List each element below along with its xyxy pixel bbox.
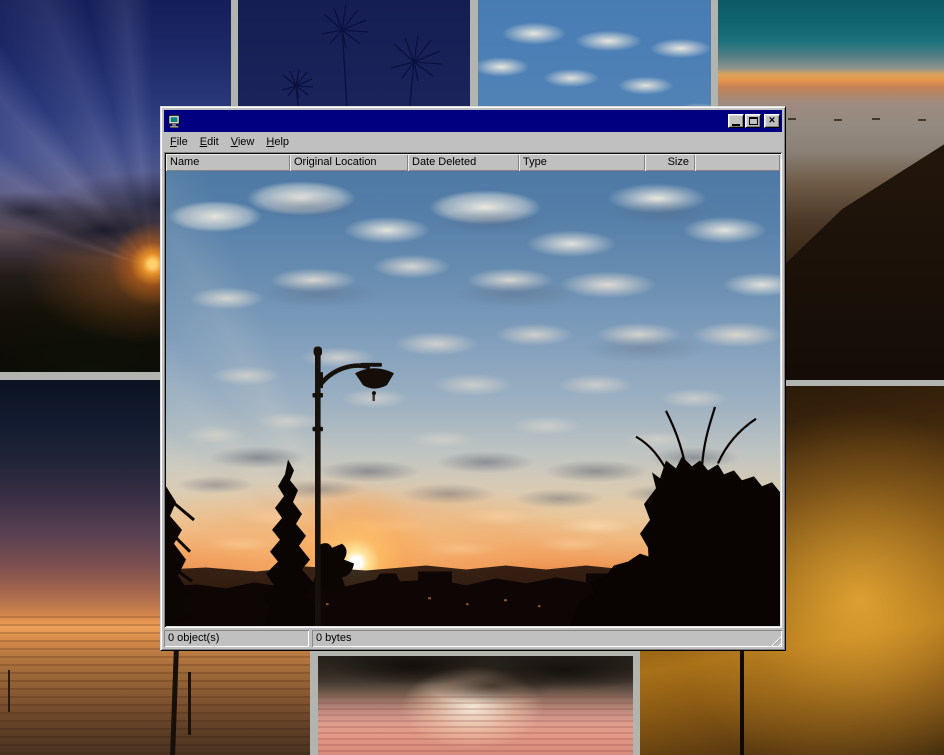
- islands: [788, 118, 796, 120]
- menu-view[interactable]: View: [225, 134, 261, 150]
- menu-bar: File Edit View Help: [164, 132, 782, 152]
- close-button[interactable]: ×: [764, 114, 780, 128]
- list-view[interactable]: Name Original Location Date Deleted Type…: [164, 152, 782, 628]
- titlebar-buttons: ×: [728, 114, 780, 128]
- ripples: [318, 696, 633, 755]
- menu-file[interactable]: File: [164, 134, 194, 150]
- right-tree: [640, 456, 780, 626]
- column-header-type[interactable]: Type: [519, 154, 645, 171]
- minimize-icon: [732, 124, 740, 126]
- status-objects: 0 object(s): [164, 630, 309, 647]
- column-header-original-location[interactable]: Original Location: [290, 154, 408, 171]
- column-header-date-deleted[interactable]: Date Deleted: [408, 154, 519, 171]
- maximize-icon: [749, 117, 758, 125]
- water-pole: [188, 672, 191, 735]
- column-header-filler[interactable]: [695, 154, 780, 171]
- titlebar[interactable]: ×: [164, 110, 782, 132]
- water-pole: [8, 670, 10, 712]
- menu-edit[interactable]: Edit: [194, 134, 225, 150]
- column-header-name[interactable]: Name: [166, 154, 290, 171]
- foreground-silhouettes: [166, 171, 780, 626]
- close-icon: ×: [769, 115, 775, 126]
- sunset-streetlamp-photo: [166, 171, 780, 626]
- recycle-bin-window: × File Edit View Help Name Original Loca…: [160, 106, 786, 651]
- maximize-button[interactable]: [745, 114, 761, 128]
- column-header-row: Name Original Location Date Deleted Type…: [166, 154, 780, 171]
- status-size: 0 bytes: [312, 630, 782, 647]
- wallpaper-water-reflections-photo: [318, 656, 633, 755]
- status-bar: 0 object(s) 0 bytes: [164, 630, 782, 647]
- minimize-button[interactable]: [728, 114, 744, 128]
- column-header-size[interactable]: Size: [645, 154, 695, 171]
- computer-icon[interactable]: [167, 114, 182, 129]
- lamp-post-silhouette: [740, 649, 744, 755]
- menu-help[interactable]: Help: [260, 134, 295, 150]
- building: [418, 571, 452, 587]
- lamp-head: [355, 368, 394, 388]
- cypress-tree: [262, 459, 318, 626]
